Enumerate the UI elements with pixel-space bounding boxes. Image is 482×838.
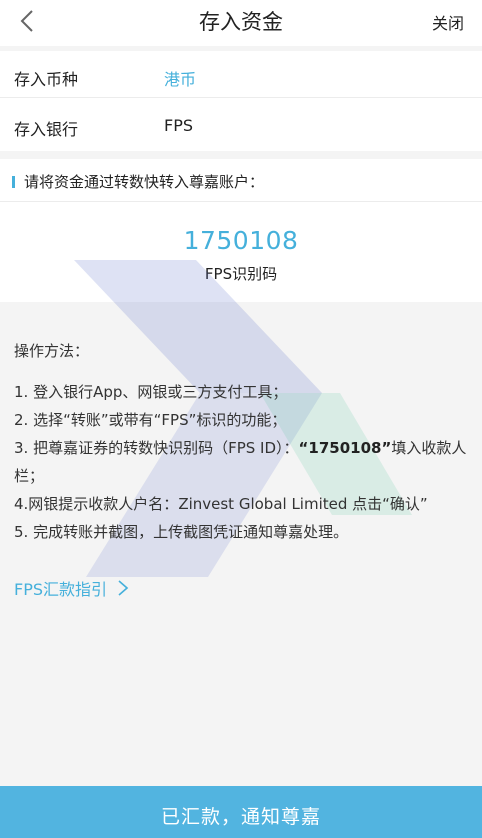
step-3: 3. 把尊嘉证券的转数快识别码（FPS ID）：“1750108”填入收款人栏； <box>14 434 474 490</box>
instruction-text: 请将资金通过转数快转入尊嘉账户： <box>24 173 265 191</box>
currency-row[interactable]: 存入币种 港币 <box>0 51 482 101</box>
steps-title: 操作方法： <box>14 342 90 360</box>
fps-guide-label: FPS汇款指引 <box>14 580 108 599</box>
row-divider <box>0 97 482 98</box>
step-5: 5. 完成转账并截图，上传截图凭证通知尊嘉处理。 <box>14 523 349 541</box>
step-1: 1. 登入银行App、网银或三方支付工具； <box>14 383 288 401</box>
close-button[interactable]: 关闭 <box>432 10 464 34</box>
step-4: 4.网银提示收款人户名：Zinvest Global Limited 点击“确认… <box>14 495 428 513</box>
step-3-text: 3. 把尊嘉证券的转数快识别码（FPS ID）： <box>14 439 299 457</box>
bank-value: FPS <box>164 116 194 135</box>
notify-button[interactable]: 已汇款，通知尊嘉 <box>0 786 482 838</box>
bank-label: 存入银行 <box>14 120 79 139</box>
instruction-bar: 请将资金通过转数快转入尊嘉账户： <box>0 159 482 201</box>
fps-code-label: FPS识别码 <box>204 265 278 283</box>
currency-value[interactable]: 港币 <box>164 66 196 90</box>
fps-guide-link[interactable]: FPS汇款指引 <box>14 576 129 600</box>
currency-label: 存入币种 <box>14 70 79 89</box>
fps-code: 1750108 <box>183 226 299 255</box>
bank-row[interactable]: 存入银行 FPS <box>0 101 482 151</box>
section-marker <box>12 176 15 188</box>
chevron-right-icon <box>118 580 129 596</box>
step-3-code: “1750108” <box>298 439 392 457</box>
header: 存入资金 关闭 <box>0 0 482 46</box>
fps-code-box: 1750108 FPS识别码 <box>0 202 482 302</box>
page-title: 存入资金 <box>199 10 283 34</box>
notify-button-label: 已汇款，通知尊嘉 <box>160 806 321 828</box>
steps-list: 1. 登入银行App、网银或三方支付工具； 2. 选择“转账”或带有“FPS”标… <box>14 378 474 546</box>
step-2: 2. 选择“转账”或带有“FPS”标识的功能； <box>14 411 287 429</box>
